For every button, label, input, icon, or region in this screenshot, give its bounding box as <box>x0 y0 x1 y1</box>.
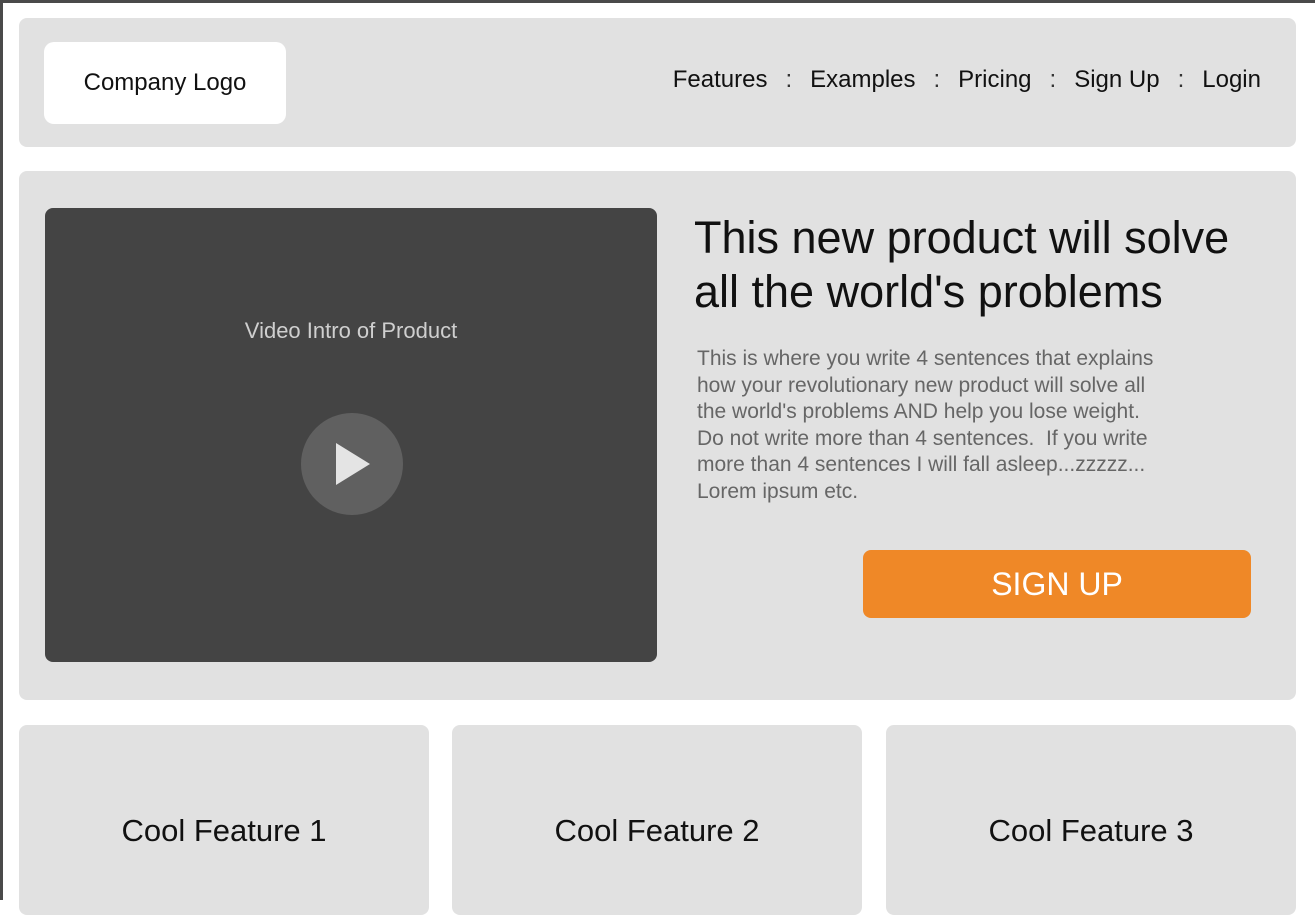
hero-section: Video Intro of Product This new product … <box>19 171 1296 700</box>
feature-card-2[interactable]: Cool Feature 2 <box>452 725 862 915</box>
hero-headline: This new product will solve all the worl… <box>694 212 1230 317</box>
company-logo-text: Company Logo <box>83 69 247 96</box>
nav-sign-up[interactable]: Sign Up <box>1074 66 1159 94</box>
nav-separator: : <box>785 66 793 93</box>
nav-separator: : <box>1049 66 1057 93</box>
hero-description: This is where you write 4 sentences that… <box>697 347 1154 503</box>
nav-examples[interactable]: Examples <box>810 66 915 94</box>
video-player[interactable]: Video Intro of Product <box>45 208 657 662</box>
feature-card-3[interactable]: Cool Feature 3 <box>886 725 1296 915</box>
company-logo[interactable]: Company Logo <box>44 42 286 124</box>
main-nav: Features : Examples : Pricing : Sign Up … <box>673 66 1261 94</box>
play-icon <box>336 443 370 485</box>
nav-features[interactable]: Features <box>673 66 768 94</box>
nav-separator: : <box>933 66 941 93</box>
video-title: Video Intro of Product <box>244 318 458 343</box>
feature-card-1[interactable]: Cool Feature 1 <box>19 725 429 915</box>
site-header: Company Logo Features : Examples : Prici… <box>19 18 1296 147</box>
play-button[interactable] <box>301 413 403 515</box>
nav-login[interactable]: Login <box>1202 66 1261 94</box>
sign-up-button[interactable]: SIGN UP <box>863 550 1251 618</box>
nav-separator: : <box>1177 66 1185 93</box>
nav-pricing[interactable]: Pricing <box>958 66 1031 94</box>
